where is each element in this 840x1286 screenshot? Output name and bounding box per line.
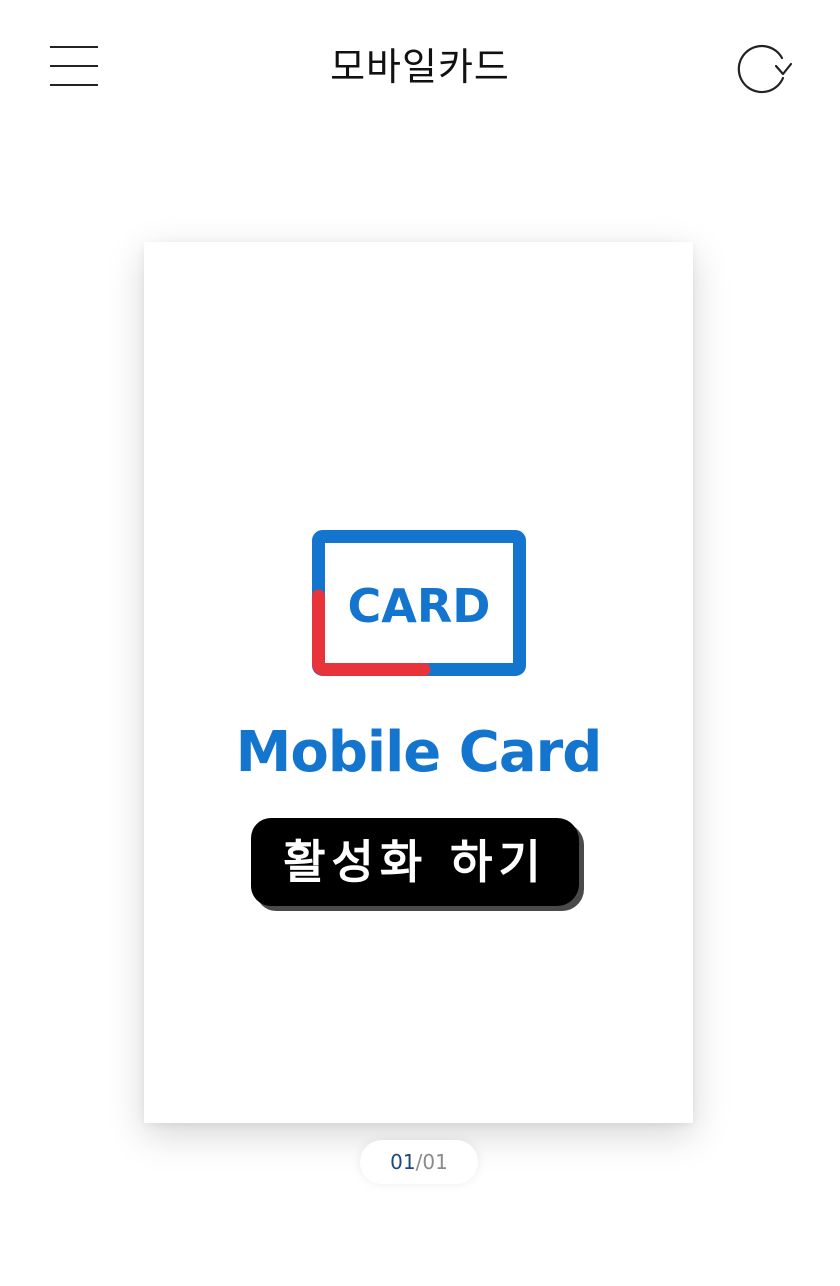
refresh-button[interactable] bbox=[734, 42, 794, 94]
page-current: 01 bbox=[390, 1150, 416, 1174]
page-title: 모바일카드 bbox=[330, 45, 510, 89]
mobile-card-panel[interactable]: CARD Mobile Card 활성화 하기 bbox=[144, 242, 693, 1123]
page-total: 01 bbox=[422, 1150, 448, 1174]
activate-button[interactable]: 활성화 하기 bbox=[251, 818, 579, 906]
refresh-icon bbox=[737, 44, 793, 94]
brand-title: Mobile Card bbox=[235, 720, 603, 785]
mobile-card-screen: 모바일카드 CARD Mobile Card 활성화 하기 01/01 bbox=[0, 0, 840, 1286]
card-logo-icon: CARD bbox=[312, 530, 526, 676]
app-header: 모바일카드 bbox=[0, 0, 840, 130]
card-logo-text: CARD bbox=[348, 579, 491, 633]
page-indicator: 01/01 bbox=[360, 1140, 478, 1184]
